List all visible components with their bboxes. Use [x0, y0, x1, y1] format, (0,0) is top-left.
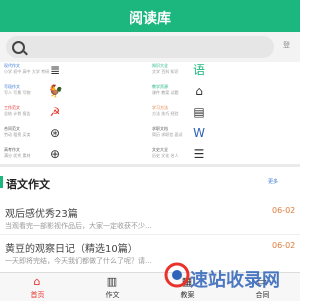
category-title: 合同范文	[4, 126, 20, 131]
rooster-icon: 🐓	[48, 84, 63, 98]
emblem-icon: ⊕	[49, 147, 61, 161]
article-excerpt: 一天即将完结，今天我们都做了什么了呢？请...	[5, 257, 152, 265]
article-date: 06-02	[272, 241, 296, 250]
category-title: 高考作文	[4, 147, 20, 152]
login-link[interactable]: 登	[283, 40, 290, 50]
watermark-logo	[164, 262, 190, 288]
tab-label: 首页	[30, 291, 45, 299]
tab-essay[interactable]: ▥ 作文	[75, 273, 150, 301]
book-stack-icon: ▤	[193, 105, 205, 119]
category-subtitle: 课件 教案 试题	[152, 90, 179, 95]
article-excerpt: 当观看完一部影视作品后，大家一定收获不少...	[5, 222, 152, 230]
app-header: 阅读库	[0, 0, 300, 32]
category-title: 工作范文	[4, 105, 20, 110]
scroll-icon: ☰	[193, 147, 205, 161]
search-icon	[12, 41, 25, 54]
category-subtitle: 小学 初中 高中 大学 考研	[4, 69, 50, 74]
tab-home[interactable]: ⌂ 首页	[0, 273, 75, 301]
article-title[interactable]: 观后感优秀23篇	[5, 205, 78, 220]
search-bar	[0, 32, 300, 62]
book-icon: ≣	[49, 63, 61, 77]
category-title: 学习方法	[152, 105, 168, 110]
watermark-text: 速站收录网	[190, 270, 280, 291]
category-subtitle: 方法 技巧 经验	[152, 111, 179, 116]
article-date: 06-02	[272, 206, 296, 215]
article-title[interactable]: 黄豆的观察日记（精选10篇）	[5, 240, 138, 255]
category-title: 知识大全	[152, 63, 168, 68]
category-subtitle: 满分 优秀 素材	[4, 153, 31, 158]
tab-label: 作文	[105, 291, 120, 299]
category-title: 文史大全	[152, 147, 168, 152]
category-title: 求职文档	[152, 126, 168, 131]
page-title: 阅读库	[129, 11, 171, 27]
category-subtitle: 简历 求职信 面试	[152, 132, 183, 137]
section-more-link[interactable]: 更多	[268, 178, 278, 185]
word-doc-icon: W	[193, 126, 205, 140]
category-title: 现代作文	[4, 63, 20, 68]
seal-icon: ⊛	[49, 126, 61, 140]
section-accent-bar	[0, 176, 3, 188]
category-subtitle: 文学 百科 知识	[152, 69, 179, 74]
yu-character-icon: 语	[192, 63, 205, 77]
category-title: 教学资源	[152, 84, 168, 89]
home-icon: ⌂	[33, 275, 41, 288]
section-divider	[0, 164, 300, 167]
category-title: 写段作文	[4, 84, 20, 89]
search-input[interactable]	[6, 36, 274, 58]
party-emblem-icon: ☭	[49, 105, 61, 119]
graduation-icon: ⌂	[195, 84, 203, 98]
category-subtitle: 写人 写景 写物	[4, 90, 31, 95]
section-title: 语文作文	[6, 178, 50, 191]
item-divider	[0, 234, 300, 235]
category-subtitle: 劳动 租赁 买卖	[4, 132, 31, 137]
category-subtitle: 总结 计划 报告	[4, 111, 31, 116]
category-subtitle: 历史 文化 名人	[152, 153, 179, 158]
book-icon: ▥	[106, 275, 118, 288]
